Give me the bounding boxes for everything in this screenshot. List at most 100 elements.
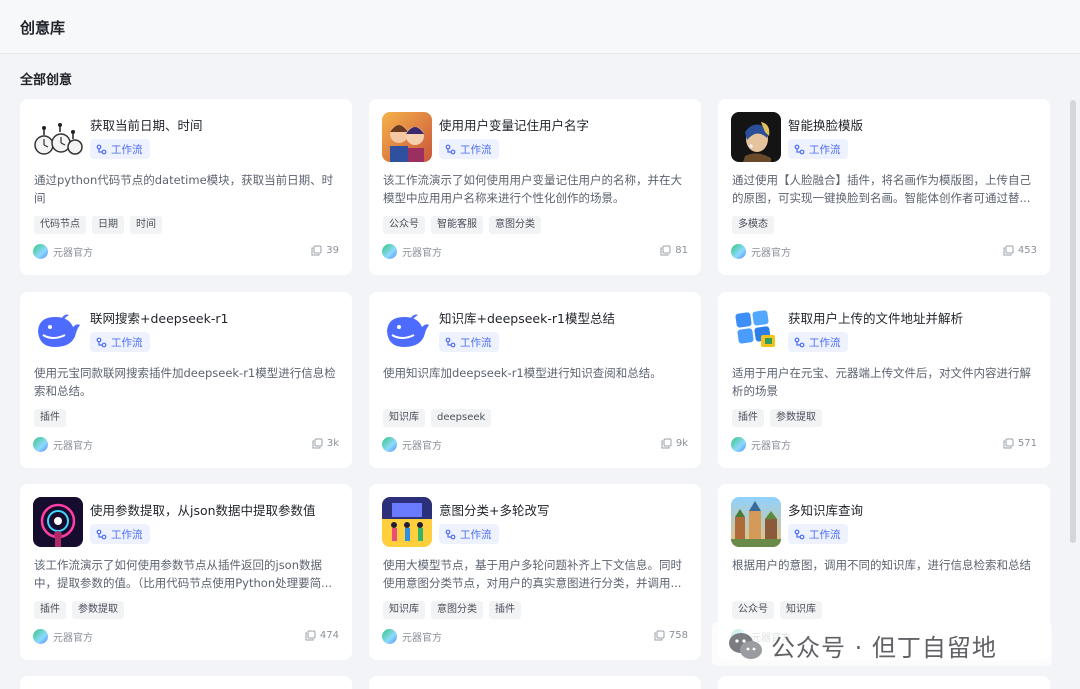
section-title: 全部创意: [20, 73, 73, 88]
template-card-partial[interactable]: [369, 676, 701, 689]
template-card[interactable]: 使用用户变量记住用户名字 工作流 该工作流演示了如何使用用户变量记住用户的名称，并在…: [369, 99, 701, 275]
use-count: 39: [311, 245, 339, 256]
use-count-value: 758: [668, 630, 688, 641]
use-count: 453: [1003, 245, 1037, 256]
card-title[interactable]: 意图分类+多轮改写: [439, 500, 549, 519]
workflow-icon: [445, 529, 456, 539]
card-title[interactable]: 获取用户上传的文件地址并解析: [788, 308, 963, 327]
copy-count-icon: [660, 245, 671, 256]
author-avatar: [33, 437, 48, 452]
workflow-badge-label: 工作流: [111, 528, 143, 541]
workflow-badge-label: 工作流: [809, 143, 841, 156]
use-count: 758: [654, 630, 688, 641]
workflow-badge: 工作流: [788, 524, 848, 544]
category-tag[interactable]: 知识库: [383, 601, 425, 619]
author-name: 元器官方: [402, 248, 442, 259]
card-author: 元器官方: [33, 437, 93, 452]
card-description: 通过python代码节点的datetime模块，获取当前日期、时间: [34, 173, 334, 205]
category-tag[interactable]: 知识库: [780, 601, 822, 619]
template-card[interactable]: 使用参数提取，从json数据中提取参数值工作流该工作流演示了如何使用参数节点从插…: [20, 484, 352, 660]
use-count: 81: [660, 245, 688, 256]
author-name: 元器官方: [53, 248, 93, 259]
scrollbar[interactable]: [1070, 100, 1076, 543]
workflow-badge: 工作流: [788, 139, 848, 159]
author-avatar: [382, 244, 397, 259]
category-tag[interactable]: 时间: [130, 216, 162, 234]
card-description: 通过使用【人脸融合】插件，将名画作为模版图，上传自己的原图，可实现一键换脸到名画…: [732, 173, 1031, 205]
copy-count-icon: [305, 630, 316, 641]
card-thumbnail: [731, 305, 781, 355]
card-tags: 公众号 知识库: [732, 601, 822, 619]
author-avatar: [382, 437, 397, 452]
category-tag[interactable]: 插件: [34, 601, 66, 619]
template-card[interactable]: 智能换脸模版工作流通过使用【人脸融合】插件，将名画作为模版图，上传自己的原图，可…: [718, 99, 1050, 275]
card-thumbnail: [33, 497, 83, 547]
workflow-icon: [96, 529, 107, 539]
category-tag[interactable]: 参数提取: [72, 601, 124, 619]
card-thumbnail: [731, 112, 781, 162]
template-card[interactable]: 获取用户上传的文件地址并解析 工作流 适用于用户在元宝、元器端上传文件后，对文件内容…: [718, 292, 1050, 468]
card-tags: 插件: [34, 409, 66, 427]
category-tag[interactable]: 意图分类: [489, 216, 541, 234]
use-count: 9k: [661, 438, 688, 449]
category-tag[interactable]: 代码节点: [34, 216, 86, 234]
card-title[interactable]: 联网搜索+deepseek-r1: [90, 308, 228, 327]
workflow-badge-label: 工作流: [460, 528, 492, 541]
category-tag[interactable]: 插件: [732, 409, 764, 427]
workflow-icon: [794, 144, 805, 154]
card-thumbnail: [33, 112, 83, 162]
author-name: 元器官方: [751, 441, 791, 452]
category-tag[interactable]: 插件: [34, 409, 66, 427]
card-tags: 多模态: [732, 216, 774, 234]
author-name: 元器官方: [53, 633, 93, 644]
card-title[interactable]: 使用参数提取，从json数据中提取参数值: [90, 500, 316, 519]
use-count: 3k: [312, 438, 339, 449]
category-tag[interactable]: 公众号: [383, 216, 425, 234]
use-count-value: 81: [675, 245, 688, 256]
workflow-icon: [794, 337, 805, 347]
card-title[interactable]: 获取当前日期、时间: [90, 115, 203, 134]
wechat-icon: [729, 632, 762, 659]
category-tag[interactable]: 日期: [92, 216, 124, 234]
author-avatar: [382, 629, 397, 644]
workflow-icon: [445, 337, 456, 347]
author-avatar: [33, 244, 48, 259]
watermark-text: 公众号 · 但丁自留地: [771, 634, 997, 662]
card-description: 根据用户的意图，调用不同的知识库，进行信息检索和总结: [732, 558, 1031, 572]
category-tag[interactable]: 意图分类: [431, 601, 483, 619]
use-count: 474: [305, 630, 339, 641]
template-card[interactable]: 知识库+deepseek-r1模型总结 工作流 使用知识库加deepseek-r1模…: [369, 292, 701, 468]
workflow-badge: 工作流: [90, 524, 150, 544]
card-tags: 插件 参数提取: [34, 601, 124, 619]
template-card[interactable]: 联网搜索+deepseek-r1 工作流 使用元宝同款联网搜索插件加deepseek…: [20, 292, 352, 468]
use-count-value: 453: [1017, 245, 1037, 256]
card-thumbnail: [382, 112, 432, 162]
card-description: 该工作流演示了如何使用参数节点从插件返回的json数据中，提取参数的值。（比用代…: [34, 558, 333, 590]
template-card-partial[interactable]: [20, 676, 352, 689]
template-card[interactable]: 获取当前日期、时间工作流通过python代码节点的datetime模块，获取当前…: [20, 99, 352, 275]
card-thumbnail: [33, 305, 83, 355]
card-thumbnail: [382, 497, 432, 547]
card-title[interactable]: 智能换脸模版: [788, 115, 863, 134]
category-tag[interactable]: 多模态: [732, 216, 774, 234]
use-count-value: 39: [326, 245, 339, 256]
category-tag[interactable]: 参数提取: [770, 409, 822, 427]
category-tag[interactable]: 智能客服: [431, 216, 483, 234]
use-count-value: 3k: [326, 438, 339, 449]
card-title[interactable]: 知识库+deepseek-r1模型总结: [439, 308, 615, 327]
category-tag[interactable]: 插件: [489, 601, 521, 619]
template-card-partial[interactable]: [718, 676, 1050, 689]
workflow-badge-label: 工作流: [111, 143, 143, 156]
copy-count-icon: [661, 438, 672, 449]
category-tag[interactable]: 公众号: [732, 601, 774, 619]
category-tag[interactable]: 知识库: [383, 409, 425, 427]
card-title[interactable]: 使用用户变量记住用户名字: [439, 115, 589, 134]
card-title[interactable]: 多知识库查询: [788, 500, 863, 519]
card-author: 元器官方: [731, 437, 791, 452]
template-card[interactable]: 意图分类+多轮改写 工作流 使用大模型节点，基于用户多轮问题补齐上下文信息。同时使用…: [369, 484, 701, 660]
workflow-badge: 工作流: [439, 332, 499, 352]
page-title: 创意库: [20, 19, 66, 37]
card-description: 使用元宝同款联网搜索插件加deepseek-r1模型进行信息检索和总结。: [34, 366, 336, 398]
card-tags: 知识库 deepseek: [383, 409, 492, 427]
category-tag[interactable]: deepseek: [431, 409, 492, 427]
